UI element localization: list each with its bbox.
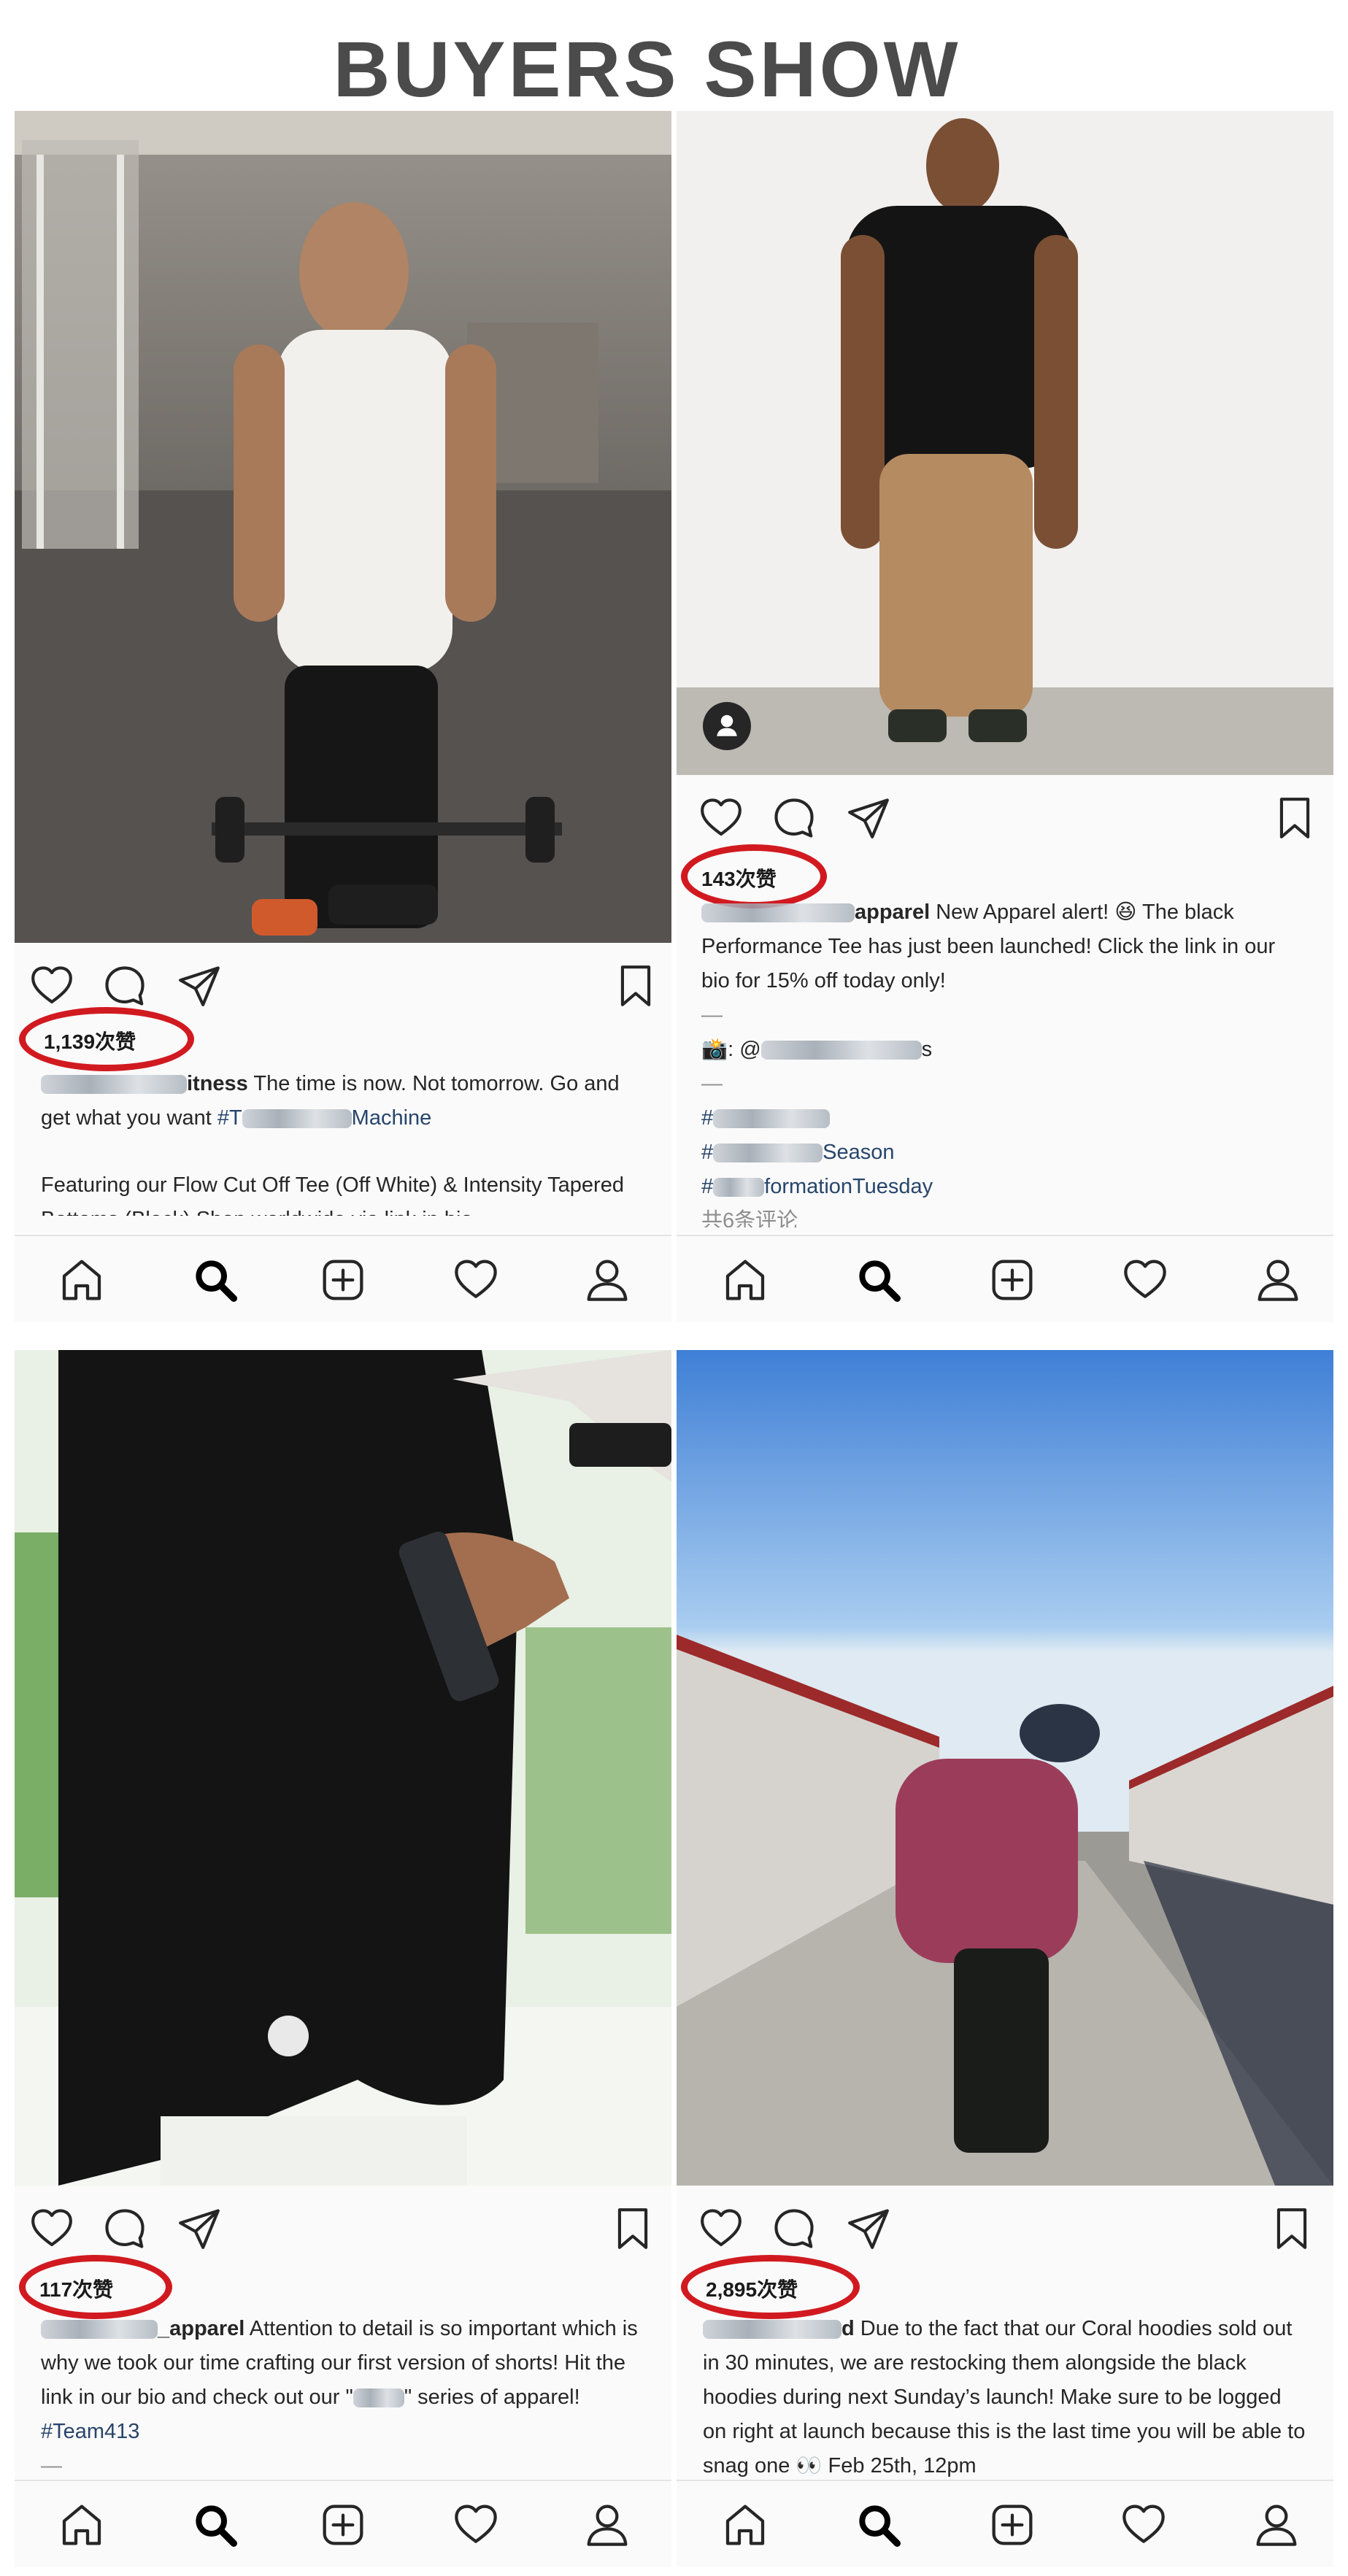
post-photo[interactable]: [15, 111, 671, 943]
likes-label: 1,139次赞: [44, 1030, 136, 1053]
add-icon[interactable]: [989, 1257, 1036, 1303]
post-username[interactable]: apparel: [855, 901, 930, 924]
search-icon[interactable]: [855, 1257, 902, 1303]
add-icon[interactable]: [989, 2502, 1036, 2548]
post-card: 2,895次赞 d Due to the fact that our Coral…: [677, 1350, 1333, 2567]
post-caption: itness The time is now. Not tomorrow. Go…: [41, 1067, 647, 1216]
hashtag[interactable]: # formationTuesday: [701, 1170, 1307, 1204]
post-card: 143次赞 apparel New Apparel alert! 😆 The b…: [677, 111, 1333, 1322]
post-caption: apparel New Apparel alert! 😆 The black P…: [701, 895, 1307, 1227]
add-icon[interactable]: [320, 2502, 366, 2548]
bottom-nav: [15, 1235, 671, 1322]
photo-credit: 📸: @ s: [701, 1038, 933, 1061]
comment-icon[interactable]: [771, 2206, 817, 2251]
divider-dash: —: [701, 1072, 723, 1095]
activity-heart-icon[interactable]: [452, 2502, 499, 2548]
heart-icon[interactable]: [29, 2206, 74, 2251]
likes-count[interactable]: 117次赞: [19, 2255, 172, 2321]
add-icon[interactable]: [320, 1257, 366, 1303]
profile-icon[interactable]: [584, 2502, 631, 2548]
post-username[interactable]: _apparel: [158, 2317, 244, 2340]
home-icon[interactable]: [722, 1257, 769, 1303]
heart-icon[interactable]: [698, 795, 744, 841]
divider-dash: —: [701, 1003, 723, 1027]
post-actions: [677, 782, 1333, 848]
divider-dash: —: [41, 2454, 62, 2477]
bookmark-icon[interactable]: [610, 2206, 655, 2251]
page-title: BUYERS SHOW: [333, 25, 961, 113]
send-icon[interactable]: [177, 963, 222, 1009]
user-avatar-icon[interactable]: [703, 702, 751, 750]
caption-text-2: Featuring our Flow Cut Off Tee (Off Whit…: [41, 1173, 624, 1216]
post-photo[interactable]: [677, 111, 1333, 775]
caption-text: Due to the fact that our Coral hoodies s…: [703, 2317, 1306, 2477]
likes-label: 117次赞: [39, 2278, 114, 2301]
heart-icon[interactable]: [29, 963, 74, 1009]
hashtag[interactable]: #Team413: [41, 2420, 139, 2443]
send-icon[interactable]: [846, 795, 891, 841]
bottom-nav: [677, 1235, 1333, 1322]
hashtag[interactable]: #: [701, 1101, 1307, 1135]
post-username[interactable]: d: [841, 2317, 855, 2340]
comment-icon[interactable]: [102, 963, 147, 1009]
comment-icon[interactable]: [102, 2206, 147, 2251]
post-actions: [677, 2193, 1333, 2259]
send-icon[interactable]: [846, 2206, 891, 2251]
profile-icon[interactable]: [584, 1257, 631, 1303]
hashtag[interactable]: #T Machine: [217, 1106, 431, 1130]
search-icon[interactable]: [855, 2502, 902, 2548]
post-actions: [15, 2193, 671, 2259]
likes-count[interactable]: 2,895次赞: [681, 2255, 860, 2321]
activity-heart-icon[interactable]: [452, 1257, 499, 1303]
redacted-username: [41, 1075, 187, 1095]
search-icon[interactable]: [192, 1257, 239, 1303]
likes-count[interactable]: 1,139次赞: [19, 1007, 194, 1073]
post-caption: _apparel Attention to detail is so impor…: [41, 2312, 647, 2480]
bottom-nav: [677, 2480, 1333, 2567]
comment-icon[interactable]: [771, 795, 817, 841]
view-comments-link[interactable]: 共6条评论: [701, 1204, 1307, 1227]
heart-icon[interactable]: [698, 2206, 744, 2251]
post-username[interactable]: itness: [187, 1072, 248, 1095]
redacted-username: [703, 2320, 841, 2340]
post-actions: [15, 950, 671, 1016]
likes-label: 2,895次赞: [706, 2278, 798, 2301]
home-icon[interactable]: [58, 2502, 105, 2548]
post-caption: d Due to the fact that our Coral hoodies…: [703, 2312, 1309, 2484]
bottom-nav: [15, 2480, 671, 2567]
activity-heart-icon[interactable]: [1122, 1257, 1168, 1303]
bookmark-icon[interactable]: [1269, 2206, 1314, 2251]
bookmark-icon[interactable]: [613, 963, 658, 1009]
hashtag[interactable]: # Season: [701, 1135, 1307, 1170]
post-card: 117次赞 _apparel Attention to detail is so…: [15, 1350, 671, 2567]
bookmark-icon[interactable]: [1272, 795, 1317, 841]
redacted-username: [41, 2320, 158, 2340]
post-photo[interactable]: [15, 1350, 671, 2186]
post-photo[interactable]: [677, 1350, 1333, 2186]
send-icon[interactable]: [177, 2206, 222, 2251]
activity-heart-icon[interactable]: [1120, 2502, 1167, 2548]
search-icon[interactable]: [192, 2502, 239, 2548]
home-icon[interactable]: [722, 2502, 769, 2548]
likes-label: 143次赞: [701, 868, 777, 890]
profile-icon[interactable]: [1255, 1257, 1301, 1303]
home-icon[interactable]: [58, 1257, 105, 1303]
post-card: 1,139次赞 itness The time is now. Not tomo…: [15, 111, 671, 1322]
redacted-username: [701, 903, 855, 923]
profile-icon[interactable]: [1253, 2502, 1300, 2548]
